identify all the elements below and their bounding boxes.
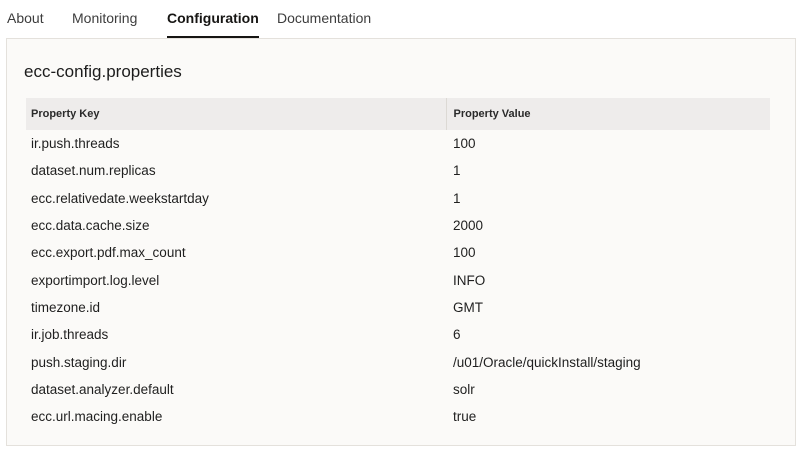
property-key: ecc.url.macing.enable (31, 409, 163, 425)
property-key: dataset.num.replicas (31, 163, 156, 179)
column-header-property-value[interactable]: Property Value (446, 98, 770, 130)
property-key: ecc.export.pdf.max_count (31, 245, 186, 261)
table-row: dataset.num.replicas 1 (26, 157, 770, 184)
property-key: ir.job.threads (31, 327, 109, 343)
property-key: timezone.id (31, 299, 101, 315)
property-value: 6 (453, 327, 461, 343)
table-row: exportimport.log.level INFO (26, 266, 770, 293)
table-row: ir.push.threads 100 (26, 130, 770, 157)
table-row: push.staging.dir /u01/Oracle/quickInstal… (26, 348, 770, 375)
property-key: ecc.relativedate.weekstartday (31, 190, 209, 206)
property-value: 100 (453, 245, 476, 261)
tab-documentation[interactable]: Documentation (277, 0, 371, 38)
property-value: 100 (453, 136, 476, 152)
property-key: ir.push.threads (31, 136, 120, 152)
properties-table: Property Key Property Value ir.push.thre… (26, 98, 770, 430)
tab-about[interactable]: About (7, 0, 44, 38)
property-value: /u01/Oracle/quickInstall/staging (453, 354, 641, 370)
tab-bar: About Monitoring Configuration Documenta… (0, 0, 800, 38)
property-value: 2000 (453, 218, 484, 234)
property-value: 1 (453, 163, 461, 179)
table-row: ecc.data.cache.size 2000 (26, 212, 770, 239)
property-key: exportimport.log.level (31, 272, 160, 288)
table-row: ecc.url.macing.enable true (26, 403, 770, 430)
table-row: ecc.relativedate.weekstartday 1 (26, 185, 770, 212)
column-header-property-key[interactable]: Property Key (26, 98, 447, 130)
property-key: ecc.data.cache.size (31, 218, 150, 234)
table-row: ir.job.threads 6 (26, 321, 770, 348)
property-value: solr (453, 381, 475, 397)
property-value: INFO (453, 272, 486, 288)
configuration-panel: ecc-config.properties Property Key Prope… (6, 38, 796, 446)
table-row: ecc.export.pdf.max_count 100 (26, 239, 770, 266)
table-header-row: Property Key Property Value (26, 98, 770, 130)
property-value: GMT (453, 299, 483, 315)
property-key: push.staging.dir (31, 354, 127, 370)
property-value: true (453, 409, 477, 425)
table-row: timezone.id GMT (26, 294, 770, 321)
property-value: 1 (453, 190, 461, 206)
tab-configuration[interactable]: Configuration (167, 0, 259, 38)
property-key: dataset.analyzer.default (31, 381, 174, 397)
panel-title: ecc-config.properties (24, 62, 182, 81)
table-row: dataset.analyzer.default solr (26, 376, 770, 403)
tab-monitoring[interactable]: Monitoring (72, 0, 137, 38)
